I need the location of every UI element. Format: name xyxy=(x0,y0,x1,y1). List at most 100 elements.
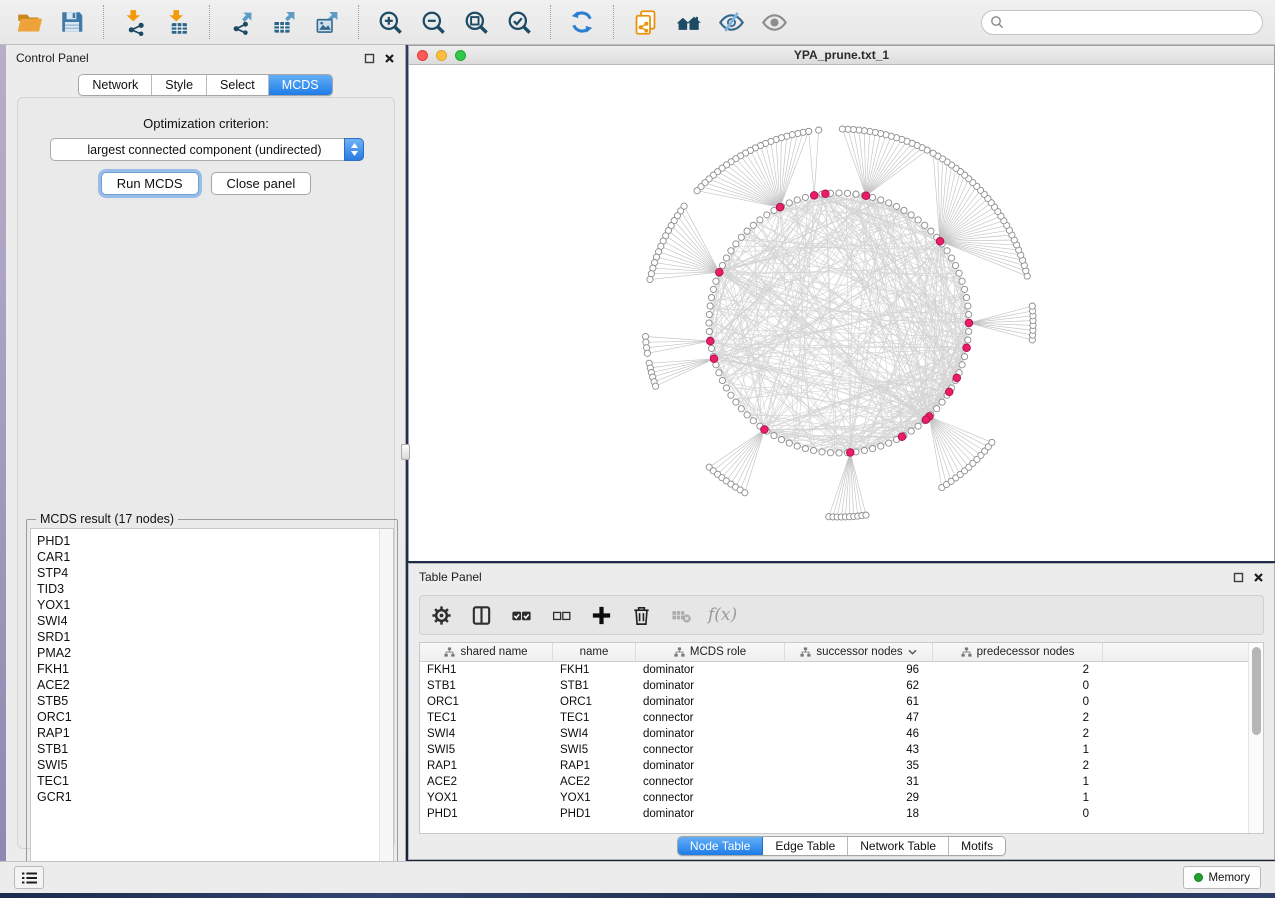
column-header-mcds-role[interactable]: MCDS role xyxy=(636,643,785,661)
mcds-result-item[interactable]: STB5 xyxy=(37,693,379,709)
delete-column-button[interactable] xyxy=(628,602,654,628)
mcds-result-item[interactable]: TID3 xyxy=(37,581,379,597)
column-header-shared-name[interactable]: shared name xyxy=(420,643,553,661)
mcds-result-item[interactable]: ORC1 xyxy=(37,709,379,725)
table-settings-button[interactable] xyxy=(428,602,454,628)
float-panel-icon[interactable] xyxy=(1232,571,1244,583)
status-bar: Memory xyxy=(0,861,1275,893)
table-row[interactable]: ORC1 ORC1 dominator 61 0 xyxy=(420,694,1248,710)
mcds-result-item[interactable]: SWI5 xyxy=(37,757,379,773)
run-mcds-button[interactable]: Run MCDS xyxy=(101,172,199,195)
deselect-all-button[interactable] xyxy=(548,602,574,628)
org-chart-icon xyxy=(961,647,972,658)
table-row[interactable]: SWI5 SWI5 connector 43 1 xyxy=(420,742,1248,758)
search-input[interactable] xyxy=(1009,15,1254,29)
mcds-result-item[interactable]: ACE2 xyxy=(37,677,379,693)
columns-icon xyxy=(470,604,493,627)
export-image-button[interactable] xyxy=(310,5,344,39)
nested-networks-button[interactable] xyxy=(671,5,705,39)
tab-mcds[interactable]: MCDS xyxy=(269,75,332,95)
tab-node-table[interactable]: Node Table xyxy=(678,837,764,855)
toolbar-separator xyxy=(103,5,104,39)
network-view[interactable] xyxy=(409,65,1274,561)
zoom-selected-icon xyxy=(506,9,533,36)
mcds-result-item[interactable]: YOX1 xyxy=(37,597,379,613)
import-table-button[interactable] xyxy=(161,5,195,39)
zoom-fit-button[interactable] xyxy=(459,5,493,39)
table-row[interactable]: ACE2 ACE2 connector 31 1 xyxy=(420,774,1248,790)
tab-select[interactable]: Select xyxy=(207,75,269,95)
column-header-name[interactable]: name xyxy=(553,643,636,661)
desktop-edge-bottom xyxy=(0,893,1275,898)
mcds-result-list[interactable]: PHD1CAR1STP4TID3YOX1SWI4SRD1PMA2FKH1ACE2… xyxy=(31,529,379,885)
criterion-select[interactable]: largest connected component (undirected) xyxy=(50,138,364,161)
tab-style[interactable]: Style xyxy=(152,75,207,95)
close-panel-icon[interactable] xyxy=(1252,571,1264,583)
refresh-button[interactable] xyxy=(565,5,599,39)
open-file-button[interactable] xyxy=(12,5,46,39)
mcds-result-item[interactable]: SRD1 xyxy=(37,629,379,645)
tab-network[interactable]: Network xyxy=(79,75,152,95)
delete-table-icon xyxy=(670,604,693,627)
select-all-button[interactable] xyxy=(508,602,534,628)
close-panel-button[interactable]: Close panel xyxy=(211,172,312,195)
mcds-result-item[interactable]: PHD1 xyxy=(37,533,379,549)
close-panel-icon[interactable] xyxy=(383,52,395,64)
mcds-result-item[interactable]: CAR1 xyxy=(37,549,379,565)
column-header-successor-nodes[interactable]: successor nodes xyxy=(785,643,933,661)
tab-edge-table[interactable]: Edge Table xyxy=(763,837,848,855)
memory-button[interactable]: Memory xyxy=(1183,866,1261,889)
mcds-result-item[interactable]: STP4 xyxy=(37,565,379,581)
table-row[interactable]: STB1 STB1 dominator 62 0 xyxy=(420,678,1248,694)
table-row[interactable]: TEC1 TEC1 connector 47 2 xyxy=(420,710,1248,726)
show-details-button[interactable] xyxy=(757,5,791,39)
mcds-result-item[interactable]: TEC1 xyxy=(37,773,379,789)
toolbar-separator xyxy=(209,5,210,39)
zoom-selected-button[interactable] xyxy=(502,5,536,39)
table-scrollbar-thumb[interactable] xyxy=(1252,647,1261,735)
table-row[interactable]: SWI4 SWI4 dominator 46 2 xyxy=(420,726,1248,742)
tab-network-table[interactable]: Network Table xyxy=(848,837,949,855)
mcds-result-item[interactable]: GCR1 xyxy=(37,789,379,805)
hide-details-button[interactable] xyxy=(714,5,748,39)
zoom-in-button[interactable] xyxy=(373,5,407,39)
mcds-result-item[interactable]: STB1 xyxy=(37,741,379,757)
function-builder-button[interactable]: f(x) xyxy=(708,605,737,625)
add-column-button[interactable] xyxy=(588,602,614,628)
column-header-predecessor-nodes[interactable]: predecessor nodes xyxy=(933,643,1103,661)
network-window-titlebar[interactable]: YPA_prune.txt_1 xyxy=(409,46,1274,65)
gear-icon xyxy=(430,604,453,627)
float-panel-icon[interactable] xyxy=(363,52,375,64)
table-row[interactable]: PHD1 PHD1 dominator 18 0 xyxy=(420,806,1248,822)
mcds-result-item[interactable]: PMA2 xyxy=(37,645,379,661)
zoom-out-button[interactable] xyxy=(416,5,450,39)
panel-splitter-handle[interactable] xyxy=(401,444,410,460)
tab-motifs[interactable]: Motifs xyxy=(949,837,1005,855)
search-icon xyxy=(990,15,1004,29)
mcds-result-item[interactable]: RAP1 xyxy=(37,725,379,741)
table-row[interactable]: FKH1 FKH1 dominator 96 2 xyxy=(420,662,1248,678)
column-header-filler xyxy=(1103,643,1248,661)
log-console-button[interactable] xyxy=(14,866,44,889)
table-scrollbar[interactable] xyxy=(1248,643,1263,833)
table-row[interactable]: RAP1 RAP1 dominator 35 2 xyxy=(420,758,1248,774)
mcds-result-item[interactable]: FKH1 xyxy=(37,661,379,677)
clone-network-icon xyxy=(632,9,659,36)
control-panel-tabgroup: Network Style Select MCDS xyxy=(78,74,332,96)
zoom-in-icon xyxy=(377,9,404,36)
network-canvas[interactable] xyxy=(409,65,1274,561)
show-columns-button[interactable] xyxy=(468,602,494,628)
export-network-button[interactable] xyxy=(224,5,258,39)
export-table-icon xyxy=(271,9,298,36)
export-table-button[interactable] xyxy=(267,5,301,39)
mcds-tab-content: Optimization criterion: largest connecte… xyxy=(17,97,395,849)
table-row[interactable]: YOX1 YOX1 connector 29 1 xyxy=(420,790,1248,806)
import-network-button[interactable] xyxy=(118,5,152,39)
delete-table-button[interactable] xyxy=(668,602,694,628)
control-panel-title: Control Panel xyxy=(16,51,89,65)
search-box[interactable] xyxy=(981,10,1263,35)
save-button[interactable] xyxy=(55,5,89,39)
clone-network-button[interactable] xyxy=(628,5,662,39)
mcds-result-item[interactable]: SWI4 xyxy=(37,613,379,629)
result-list-scrollbar[interactable] xyxy=(379,529,393,885)
